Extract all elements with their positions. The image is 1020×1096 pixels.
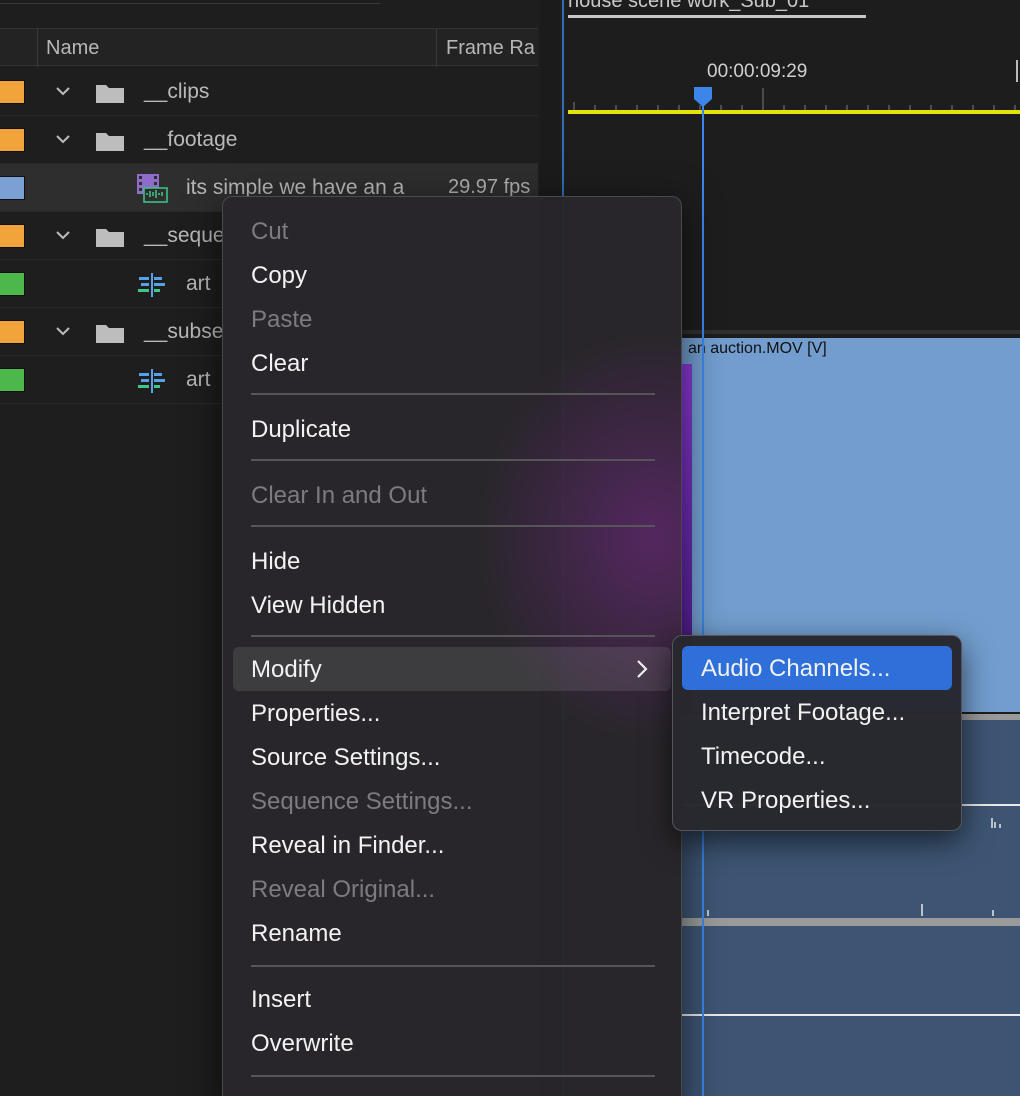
submenu-item-timecode[interactable]: Timecode... [682,734,952,778]
ruler-end-marker [1016,60,1018,82]
submenu-item-vr-properties[interactable]: VR Properties... [682,778,952,822]
submenu-item-audio-channels[interactable]: Audio Channels... [682,646,952,690]
modify-submenu: Audio Channels... Interpret Footage... T… [672,635,962,831]
menu-separator [251,525,655,527]
menu-item-label: Sequence Settings... [251,788,473,815]
label-color-swatch[interactable] [0,128,25,152]
submenu-item-interpret-footage[interactable]: Interpret Footage... [682,690,952,734]
menu-item-label: Reveal in Finder... [251,832,445,859]
menu-item-view-hidden[interactable]: View Hidden [233,583,671,627]
menu-item-insert[interactable]: Insert [233,977,671,1021]
menu-item-copy[interactable]: Copy [233,253,671,297]
project-item-footage-folder[interactable]: __footage [0,116,538,164]
chevron-right-icon [637,660,648,678]
folder-icon [96,229,124,247]
project-item-clips-folder[interactable]: __clips [0,68,538,116]
chevron-down-icon[interactable] [54,82,72,100]
menu-item-paste[interactable]: Paste [233,297,671,341]
chevron-down-icon[interactable] [54,130,72,148]
menu-item-properties[interactable]: Properties... [233,691,671,735]
project-item-label: __subse [144,320,224,343]
column-header: Name Frame Ra [0,28,538,67]
menu-item-label: Clear [251,350,309,377]
sequence-tab[interactable]: house scene work_Sub_01 [568,0,809,13]
menu-item-hide[interactable]: Hide [233,539,671,583]
menu-item-modify[interactable]: Modify [233,647,671,691]
menu-separator [251,635,655,637]
menu-item-overwrite[interactable]: Overwrite [233,1021,671,1065]
active-tab-indicator [568,15,866,18]
menu-item-label: Source Settings... [251,744,441,771]
label-color-swatch[interactable] [0,224,25,248]
menu-item-reveal-in-finder[interactable]: Reveal in Finder... [233,823,671,867]
label-color-swatch[interactable] [0,368,25,392]
column-divider[interactable] [37,29,38,67]
menu-item-label: Overwrite [251,1030,354,1057]
work-area-bar[interactable] [568,110,1020,114]
context-menu: Cut Copy Paste Clear Duplicate Clear In … [222,196,682,1096]
sequence-icon [138,273,165,297]
column-divider[interactable] [436,29,437,67]
menu-item-label: Timecode... [701,743,826,770]
chevron-down-icon[interactable] [54,322,72,340]
menu-item-label: Copy [251,262,308,289]
label-color-swatch[interactable] [0,176,25,200]
menu-item-label: VR Properties... [701,787,871,814]
menu-item-clear-in-and-out[interactable]: Clear In and Out [233,473,671,517]
project-item-label: __clips [144,80,210,103]
menu-item-rename[interactable]: Rename [233,911,671,955]
folder-icon [96,85,124,103]
ruler-timecode-label: 00:00:09:29 [707,61,808,82]
audio-clip-a2[interactable] [682,926,1020,1096]
menu-item-label: Paste [251,306,313,333]
menu-item-cut[interactable]: Cut [233,209,671,253]
menu-item-label: Clear In and Out [251,482,428,509]
menu-item-clear[interactable]: Clear [233,341,671,385]
folder-icon [96,325,124,343]
menu-item-label: Properties... [251,700,381,727]
menu-item-sequence-settings[interactable]: Sequence Settings... [233,779,671,823]
project-item-label: art [186,272,211,295]
menu-separator [251,1075,655,1077]
menu-item-duplicate[interactable]: Duplicate [233,407,671,451]
menu-item-label: Cut [251,218,289,245]
time-ruler[interactable] [568,88,1020,110]
menu-item-label: Audio Channels... [701,655,891,682]
chevron-down-icon[interactable] [54,226,72,244]
menu-item-label: Insert [251,986,312,1013]
label-color-swatch[interactable] [0,272,25,296]
project-item-label: __footage [144,128,238,151]
video-clip-icon [137,174,168,203]
menu-item-label: Hide [251,548,301,575]
clip-title: an auction.MOV [V] [688,340,827,357]
menu-item-label: Rename [251,920,342,947]
playhead-line[interactable] [702,95,704,1096]
menu-item-label: Interpret Footage... [701,699,906,726]
menu-separator [251,965,655,967]
menu-item-label: Reveal Original... [251,876,436,903]
audio-waveform [682,1014,1020,1016]
menu-item-source-settings[interactable]: Source Settings... [233,735,671,779]
folder-icon [96,133,124,151]
project-item-label: art [186,368,211,391]
column-header-name[interactable]: Name [46,37,99,60]
column-header-frame-rate[interactable]: Frame Ra [446,37,538,60]
menu-item-label: Modify [251,656,322,683]
menu-item-label: View Hidden [251,592,386,619]
label-color-swatch[interactable] [0,80,25,104]
track-divider [682,918,1020,926]
panel-top-strip [0,0,380,4]
project-item-label: __seque [144,224,225,247]
menu-separator [251,459,655,461]
sequence-icon [138,369,165,393]
playhead-handle-icon[interactable] [693,86,713,108]
menu-item-reveal-original[interactable]: Reveal Original... [233,867,671,911]
label-color-swatch[interactable] [0,320,25,344]
menu-separator [251,393,655,395]
menu-item-label: Duplicate [251,416,352,443]
